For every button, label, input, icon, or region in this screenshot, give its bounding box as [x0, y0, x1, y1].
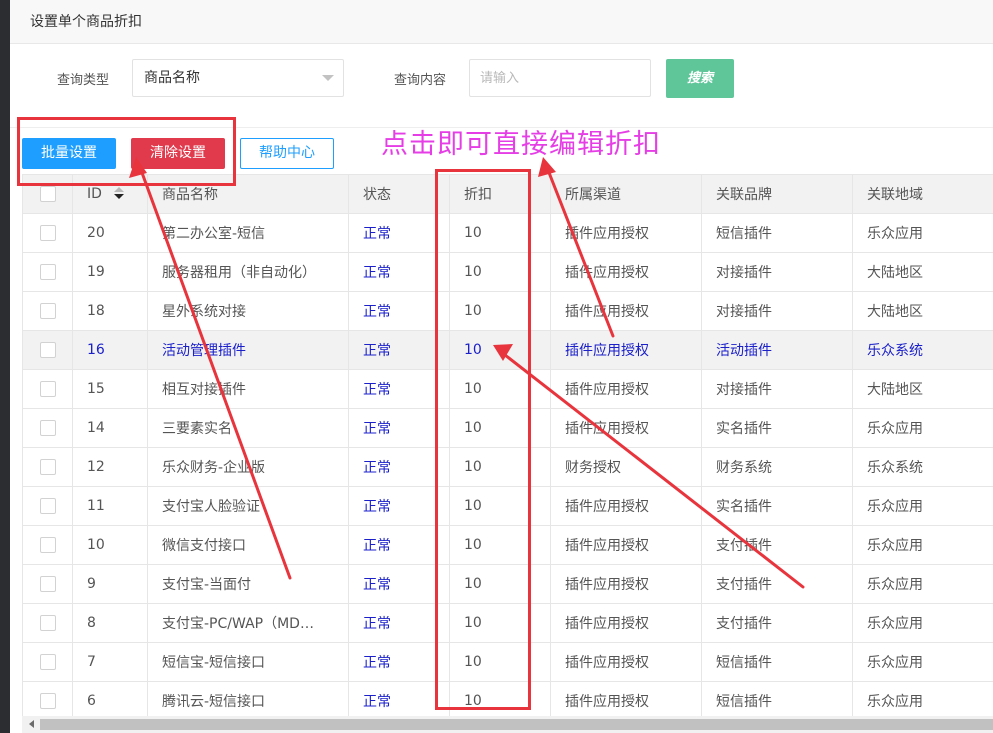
- column-header-channel: 所属渠道: [550, 174, 702, 214]
- cell-brand: 财务系统: [701, 447, 853, 487]
- cell-brand: 实名插件: [701, 408, 853, 448]
- cell-channel: 插件应用授权: [550, 486, 702, 526]
- chevron-down-icon: [322, 75, 334, 81]
- cell-brand: 实名插件: [701, 486, 853, 526]
- cell-region: 大陆地区: [852, 369, 993, 409]
- cell-name: 微信支付接口: [147, 525, 349, 565]
- cell-channel: 插件应用授权: [550, 408, 702, 448]
- row-checkbox[interactable]: [39, 654, 56, 670]
- cell-channel: 插件应用授权: [550, 603, 702, 643]
- cell-id: 10: [72, 525, 148, 565]
- cell-name: 支付宝人脸验证: [147, 486, 349, 526]
- cell-brand: 短信插件: [701, 642, 853, 682]
- cell-name: 三要素实名: [147, 408, 349, 448]
- cell-id: 15: [72, 369, 148, 409]
- cell-name: 支付宝-PC/WAP（MD…: [147, 603, 349, 643]
- search-button[interactable]: 搜索: [666, 59, 734, 98]
- row-checkbox[interactable]: [39, 576, 56, 592]
- cell-name: 短信宝-短信接口: [147, 642, 349, 682]
- cell-channel: 插件应用授权: [550, 642, 702, 682]
- cell-brand: 短信插件: [701, 213, 853, 253]
- cell-region: 乐众应用: [852, 642, 993, 682]
- row-checkbox[interactable]: [39, 420, 56, 436]
- cell-id: 16: [72, 330, 148, 370]
- cell-channel: 插件应用授权: [550, 213, 702, 253]
- row-checkbox[interactable]: [39, 537, 56, 553]
- cell-channel: 插件应用授权: [550, 564, 702, 604]
- cell-name: 乐众财务-企业版: [147, 447, 349, 487]
- row-checkbox[interactable]: [39, 303, 56, 319]
- cell-id: 11: [72, 486, 148, 526]
- query-type-select[interactable]: 商品名称: [132, 59, 344, 97]
- cell-region: 乐众系统: [852, 447, 993, 487]
- query-content-input[interactable]: [469, 59, 651, 97]
- cell-region: 大陆地区: [852, 252, 993, 292]
- annotation-box-buttons: [17, 117, 236, 186]
- cell-brand: 对接插件: [701, 252, 853, 292]
- horizontal-scrollbar[interactable]: [22, 716, 993, 733]
- query-content-label: 查询内容: [394, 73, 447, 88]
- cell-channel: 插件应用授权: [550, 525, 702, 565]
- row-checkbox[interactable]: [39, 615, 56, 631]
- cell-name: 腾讯云-短信接口: [147, 681, 349, 721]
- cell-brand: 活动插件: [701, 330, 853, 370]
- cell-id: 9: [72, 564, 148, 604]
- sort-icon[interactable]: [113, 187, 124, 201]
- cell-region: 乐众应用: [852, 525, 993, 565]
- cell-channel: 插件应用授权: [550, 681, 702, 721]
- row-checkbox[interactable]: [39, 498, 56, 514]
- cell-id: 12: [72, 447, 148, 487]
- cell-region: 乐众应用: [852, 408, 993, 448]
- cell-id: 7: [72, 642, 148, 682]
- cell-id: 6: [72, 681, 148, 721]
- cell-channel: 插件应用授权: [550, 252, 702, 292]
- cell-id: 18: [72, 291, 148, 331]
- row-checkbox[interactable]: [39, 693, 56, 709]
- cell-id: 20: [72, 213, 148, 253]
- page-title: 设置单个商品折扣: [10, 0, 993, 44]
- cell-brand: 支付插件: [701, 525, 853, 565]
- cell-channel: 插件应用授权: [550, 369, 702, 409]
- cell-name: 星外系统对接: [147, 291, 349, 331]
- cell-brand: 支付插件: [701, 603, 853, 643]
- cell-name: 活动管理插件: [147, 330, 349, 370]
- cell-brand: 支付插件: [701, 564, 853, 604]
- cell-name: 服务器租用（非自动化）: [147, 252, 349, 292]
- cell-channel: 插件应用授权: [550, 330, 702, 370]
- row-checkbox[interactable]: [39, 381, 56, 397]
- cell-brand: 对接插件: [701, 369, 853, 409]
- cell-region: 乐众系统: [852, 330, 993, 370]
- row-checkbox[interactable]: [39, 225, 56, 241]
- row-checkbox[interactable]: [39, 342, 56, 358]
- row-checkbox[interactable]: [39, 264, 56, 280]
- cell-name: 第二办公室-短信: [147, 213, 349, 253]
- annotation-text: 点击即可直接编辑折扣: [381, 129, 661, 160]
- scroll-left-arrow-icon[interactable]: [29, 720, 34, 728]
- cell-channel: 插件应用授权: [550, 291, 702, 331]
- cell-region: 乐众应用: [852, 603, 993, 643]
- cell-region: 乐众应用: [852, 486, 993, 526]
- cell-region: 乐众应用: [852, 564, 993, 604]
- cell-region: 大陆地区: [852, 291, 993, 331]
- scrollbar-thumb[interactable]: [40, 719, 993, 730]
- cell-region: 乐众应用: [852, 213, 993, 253]
- help-center-button[interactable]: 帮助中心: [240, 138, 334, 169]
- cell-channel: 财务授权: [550, 447, 702, 487]
- cell-brand: 对接插件: [701, 291, 853, 331]
- row-checkbox[interactable]: [39, 459, 56, 475]
- annotation-box-discount-column: [435, 169, 531, 710]
- cell-id: 19: [72, 252, 148, 292]
- cell-id: 14: [72, 408, 148, 448]
- cell-region: 乐众应用: [852, 681, 993, 721]
- select-all-checkbox[interactable]: [39, 186, 56, 202]
- column-header-brand: 关联品牌: [701, 174, 853, 214]
- column-header-region: 关联地域: [852, 174, 993, 214]
- window-left-edge: [0, 0, 10, 733]
- cell-brand: 短信插件: [701, 681, 853, 721]
- cell-name: 相互对接插件: [147, 369, 349, 409]
- cell-id: 8: [72, 603, 148, 643]
- query-type-label: 查询类型: [57, 73, 110, 88]
- cell-name: 支付宝-当面付: [147, 564, 349, 604]
